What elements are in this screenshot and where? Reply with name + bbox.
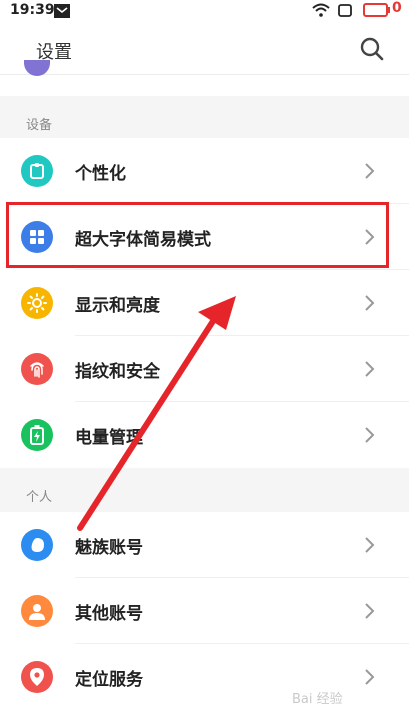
watermark: Bai 经验 bbox=[292, 692, 343, 707]
arrow-annotation bbox=[77, 296, 236, 531]
